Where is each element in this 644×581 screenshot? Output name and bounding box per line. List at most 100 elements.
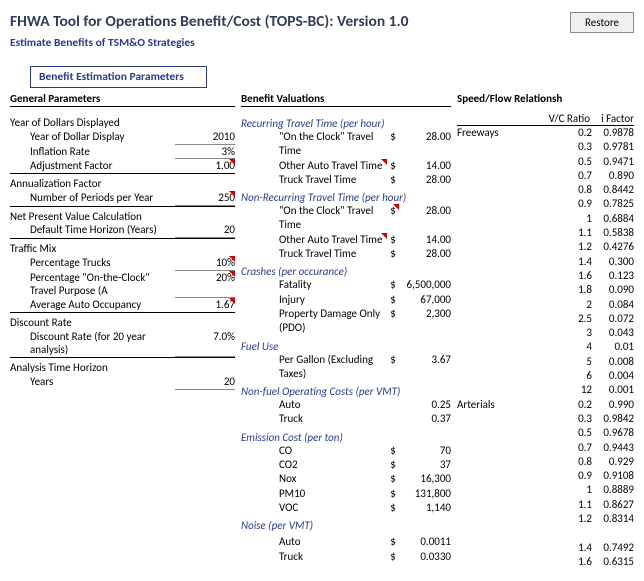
table-row: 0.80.929 — [457, 455, 634, 469]
i-factor: 0.9471 — [592, 155, 634, 169]
param-value[interactable]: 20 — [175, 375, 235, 390]
val-label: Truck Travel Time — [241, 173, 387, 187]
table-row: 0.90.7825 — [457, 197, 634, 211]
value[interactable]: 28.00 — [399, 173, 451, 187]
i-factor: 0.5838 — [592, 226, 634, 240]
value[interactable]: 0.0330 — [399, 550, 451, 564]
category — [457, 441, 564, 455]
i-factor: 0.7825 — [592, 197, 634, 211]
val-label: Auto — [241, 535, 387, 549]
category — [457, 169, 564, 183]
restore-button[interactable]: Restore — [570, 12, 634, 33]
param-value[interactable]: 1.00 — [175, 159, 235, 173]
dollar-sign: $ — [387, 550, 399, 564]
category — [457, 269, 564, 283]
value[interactable]: 37 — [399, 458, 451, 472]
value[interactable]: 16,300 — [399, 472, 451, 486]
section-header: Non-fuel Operating Costs (per VMT) — [241, 385, 451, 398]
table-row: 1.60.123 — [457, 269, 634, 283]
value[interactable]: 3.67 — [399, 353, 451, 382]
dollar-sign: $ — [387, 173, 399, 187]
value[interactable]: 28.00 — [399, 204, 451, 233]
vc-ratio: 0.8 — [564, 183, 592, 197]
value[interactable]: 1,140 — [399, 501, 451, 515]
dollar-sign: $ — [387, 501, 399, 515]
category — [457, 498, 564, 512]
val-label: Other Auto Travel Time — [241, 233, 387, 247]
dollar-sign — [387, 412, 399, 426]
category — [457, 255, 564, 269]
val-label: Property Damage Only (PDO) — [241, 307, 387, 336]
category — [457, 340, 564, 354]
value[interactable]: 0.25 — [399, 398, 451, 412]
i-factor: 0.9443 — [592, 441, 634, 455]
param-label: Adjustment Factor — [10, 159, 175, 173]
table-row: 60.004 — [457, 369, 634, 383]
param-value[interactable]: 7.0% — [175, 330, 235, 358]
table-row: 0.90.9108 — [457, 469, 634, 483]
param-value[interactable]: 20 — [175, 223, 235, 238]
category — [457, 155, 564, 169]
category — [457, 426, 564, 440]
category — [457, 469, 564, 483]
value[interactable]: 0.0011 — [399, 535, 451, 549]
param-value[interactable]: 3% — [175, 145, 235, 160]
val-label: Injury — [241, 293, 387, 307]
i-factor: 0.9842 — [592, 412, 634, 426]
i-factor: 0.123 — [592, 269, 634, 283]
table-row: 40.01 — [457, 340, 634, 354]
i-factor: 0.043 — [592, 326, 634, 340]
value[interactable]: 67,000 — [399, 293, 451, 307]
vc-ratio — [564, 526, 592, 540]
i-factor: 0.990 — [592, 398, 634, 412]
value[interactable]: 131,800 — [399, 487, 451, 501]
param-value[interactable]: 20% — [175, 271, 235, 299]
param-label: Number of Periods per Year — [10, 191, 175, 206]
dollar-sign: $ — [387, 353, 399, 382]
vc-ratio: 0.8 — [564, 455, 592, 469]
value[interactable]: 14.00 — [399, 233, 451, 247]
group-header: Traffic Mix — [10, 242, 235, 256]
category — [457, 326, 564, 340]
value[interactable]: 2,300 — [399, 307, 451, 336]
param-value[interactable]: 1.67 — [175, 298, 235, 312]
table-row: 1.10.8627 — [457, 498, 634, 512]
group-header: Discount Rate — [10, 316, 235, 330]
col1-header: General Parameters — [10, 92, 235, 107]
value[interactable]: 0.37 — [399, 412, 451, 426]
vc-ratio: 0.5 — [564, 155, 592, 169]
value[interactable]: 28.00 — [399, 130, 451, 159]
vc-ratio: 1.4 — [564, 255, 592, 269]
value[interactable]: 14.00 — [399, 159, 451, 173]
col3-header: Speed/Flow Relationsh — [457, 92, 634, 106]
value[interactable]: 6,500,000 — [399, 278, 451, 292]
category — [457, 183, 564, 197]
param-label: Discount Rate (for 20 year analysis) — [10, 330, 175, 358]
vc-ratio: 1.1 — [564, 226, 592, 240]
val-label: Other Auto Travel Time — [241, 159, 387, 173]
section-header: Noise (per VMT) — [241, 519, 451, 532]
dollar-sign: $ — [387, 535, 399, 549]
value[interactable]: 70 — [399, 444, 451, 458]
vc-ratio: 1.8 — [564, 283, 592, 297]
table-row: 1.80.090 — [457, 283, 634, 297]
dollar-sign: $ — [387, 458, 399, 472]
category — [457, 512, 564, 526]
page-title: FHWA Tool for Operations Benefit/Cost (T… — [10, 12, 570, 31]
table-row: 30.043 — [457, 326, 634, 340]
param-value[interactable]: 2010 — [175, 130, 235, 145]
param-value[interactable]: 250 — [175, 191, 235, 206]
category — [457, 240, 564, 254]
category — [457, 526, 564, 540]
val-label: Nox — [241, 472, 387, 486]
param-value[interactable]: 10% — [175, 256, 235, 271]
table-row — [457, 526, 634, 540]
section-header: Recurring Travel Time (per hour) — [241, 117, 451, 130]
i-factor: 0.9108 — [592, 469, 634, 483]
value[interactable]: 28.00 — [399, 247, 451, 261]
col2-header: Benefit Valuations — [241, 92, 451, 107]
vc-ratio: 12 — [564, 383, 592, 397]
param-label: Average Auto Occupancy — [10, 298, 175, 312]
i-factor: 0.9781 — [592, 140, 634, 154]
category: Arterials — [457, 398, 564, 412]
